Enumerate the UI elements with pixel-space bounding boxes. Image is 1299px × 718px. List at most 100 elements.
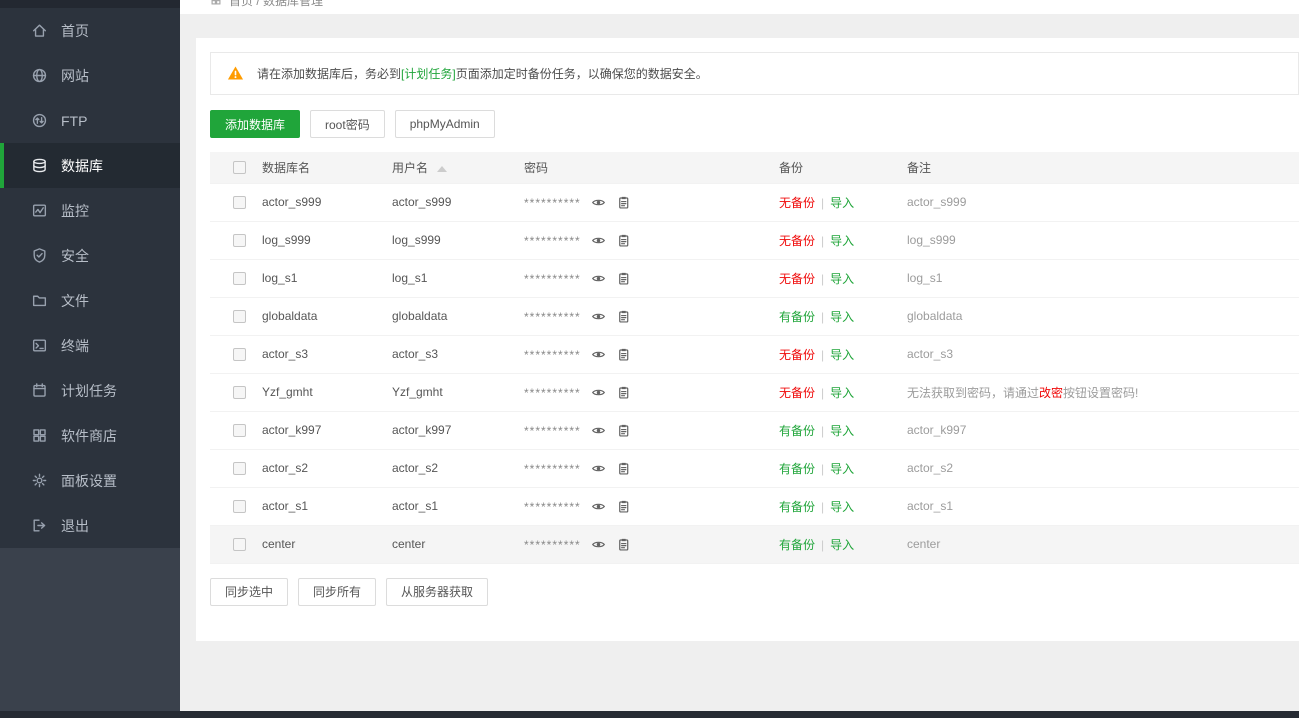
row-checkbox[interactable]: [233, 196, 246, 209]
sidebar-top-band: [0, 0, 180, 8]
sidebar-item-security[interactable]: 安全: [0, 233, 180, 278]
copy-icon[interactable]: [616, 461, 631, 476]
sidebar-item-ftp[interactable]: FTP: [0, 98, 180, 143]
sync-selected-button[interactable]: 同步选中: [210, 578, 288, 606]
eye-icon[interactable]: [591, 461, 606, 476]
footer-buttons: 同步选中 同步所有 从服务器获取: [210, 578, 1299, 606]
copy-icon[interactable]: [616, 385, 631, 400]
column-header-name: 数据库名: [262, 152, 392, 183]
db-name: globaldata: [262, 297, 392, 335]
row-checkbox[interactable]: [233, 272, 246, 285]
import-link[interactable]: 导入: [830, 462, 854, 476]
db-note: log_s999: [907, 221, 1299, 259]
import-link[interactable]: 导入: [830, 310, 854, 324]
backup-status-link[interactable]: 有备份: [779, 462, 815, 476]
copy-icon[interactable]: [616, 233, 631, 248]
eye-icon[interactable]: [591, 385, 606, 400]
row-checkbox[interactable]: [233, 462, 246, 475]
password-mask: **********: [524, 310, 581, 324]
db-username: log_s999: [392, 221, 524, 259]
row-checkbox[interactable]: [233, 424, 246, 437]
import-link[interactable]: 导入: [830, 538, 854, 552]
sidebar-item-logout[interactable]: 退出: [0, 503, 180, 548]
table-row: actor_s3actor_s3**********无备份|导入actor_s3: [210, 335, 1299, 373]
root-password-button[interactable]: root密码: [310, 110, 385, 138]
table-row: Yzf_gmhtYzf_gmht**********无备份|导入无法获取到密码，…: [210, 373, 1299, 411]
backup-status-link[interactable]: 无备份: [779, 386, 815, 400]
row-checkbox[interactable]: [233, 310, 246, 323]
backup-divider: |: [821, 500, 824, 514]
backup-status-link[interactable]: 有备份: [779, 538, 815, 552]
row-checkbox[interactable]: [233, 234, 246, 247]
backup-status-link[interactable]: 无备份: [779, 196, 815, 210]
sidebar-item-settings[interactable]: 面板设置: [0, 458, 180, 503]
password-mask: **********: [524, 272, 581, 286]
sort-asc-icon[interactable]: [437, 166, 447, 172]
eye-icon[interactable]: [591, 537, 606, 552]
db-note: center: [907, 525, 1299, 563]
table-row: actor_s1actor_s1**********有备份|导入actor_s1: [210, 487, 1299, 525]
import-link[interactable]: 导入: [830, 272, 854, 286]
import-link[interactable]: 导入: [830, 196, 854, 210]
row-checkbox[interactable]: [233, 386, 246, 399]
copy-icon[interactable]: [616, 499, 631, 514]
cron-page-link[interactable]: [计划任务]: [401, 67, 456, 81]
backup-status-link[interactable]: 有备份: [779, 310, 815, 324]
sidebar-item-home[interactable]: 首页: [0, 8, 180, 53]
copy-icon[interactable]: [616, 271, 631, 286]
sidebar-item-database[interactable]: 数据库: [0, 143, 180, 188]
sidebar-item-terminal[interactable]: 终端: [0, 323, 180, 368]
copy-icon[interactable]: [616, 423, 631, 438]
monitor-icon: [30, 202, 48, 220]
eye-icon[interactable]: [591, 195, 606, 210]
sidebar-item-site[interactable]: 网站: [0, 53, 180, 98]
select-all-checkbox[interactable]: [233, 161, 246, 174]
eye-icon[interactable]: [591, 423, 606, 438]
sidebar-item-label: 安全: [61, 246, 89, 266]
eye-icon[interactable]: [591, 347, 606, 362]
eye-icon[interactable]: [591, 309, 606, 324]
import-link[interactable]: 导入: [830, 386, 854, 400]
home-icon: [30, 22, 48, 40]
fetch-from-server-button[interactable]: 从服务器获取: [386, 578, 488, 606]
backup-alert: 请在添加数据库后，务必到[计划任务]页面添加定时备份任务，以确保您的数据安全。: [210, 52, 1299, 95]
add-database-button[interactable]: 添加数据库: [210, 110, 300, 138]
backup-status-link[interactable]: 有备份: [779, 500, 815, 514]
sidebar: 首页网站 FTP数据库监控安全文件终端计划任务软件商店面板设置退出: [0, 0, 180, 718]
import-link[interactable]: 导入: [830, 500, 854, 514]
copy-icon[interactable]: [616, 347, 631, 362]
logout-icon: [30, 517, 48, 535]
backup-divider: |: [821, 424, 824, 438]
breadcrumb-text: 首页 / 数据库管理: [229, 0, 323, 9]
column-header-user[interactable]: 用户名: [392, 152, 524, 183]
db-username: actor_k997: [392, 411, 524, 449]
table-row: log_s1log_s1**********无备份|导入log_s1: [210, 259, 1299, 297]
import-link[interactable]: 导入: [830, 424, 854, 438]
eye-icon[interactable]: [591, 233, 606, 248]
sidebar-item-label: 网站: [61, 66, 89, 86]
row-checkbox[interactable]: [233, 348, 246, 361]
db-name: actor_s2: [262, 449, 392, 487]
copy-icon[interactable]: [616, 537, 631, 552]
import-link[interactable]: 导入: [830, 348, 854, 362]
eye-icon[interactable]: [591, 271, 606, 286]
row-checkbox[interactable]: [233, 500, 246, 513]
sidebar-item-cron[interactable]: 计划任务: [0, 368, 180, 413]
backup-status-link[interactable]: 无备份: [779, 348, 815, 362]
alert-text-suffix: 页面添加定时备份任务，以确保您的数据安全。: [456, 67, 708, 81]
sync-all-button[interactable]: 同步所有: [298, 578, 376, 606]
row-checkbox[interactable]: [233, 538, 246, 551]
copy-icon[interactable]: [616, 195, 631, 210]
sidebar-item-appstore[interactable]: 软件商店: [0, 413, 180, 458]
backup-status-link[interactable]: 无备份: [779, 234, 815, 248]
backup-status-link[interactable]: 有备份: [779, 424, 815, 438]
phpmyadmin-button[interactable]: phpMyAdmin: [395, 110, 495, 138]
sidebar-item-files[interactable]: 文件: [0, 278, 180, 323]
eye-icon[interactable]: [591, 499, 606, 514]
sidebar-item-monitor[interactable]: 监控: [0, 188, 180, 233]
import-link[interactable]: 导入: [830, 234, 854, 248]
backup-status-link[interactable]: 无备份: [779, 272, 815, 286]
copy-icon[interactable]: [616, 309, 631, 324]
password-mask: **********: [524, 500, 581, 514]
db-note: 无法获取到密码，请通过改密按钮设置密码!: [907, 373, 1299, 411]
